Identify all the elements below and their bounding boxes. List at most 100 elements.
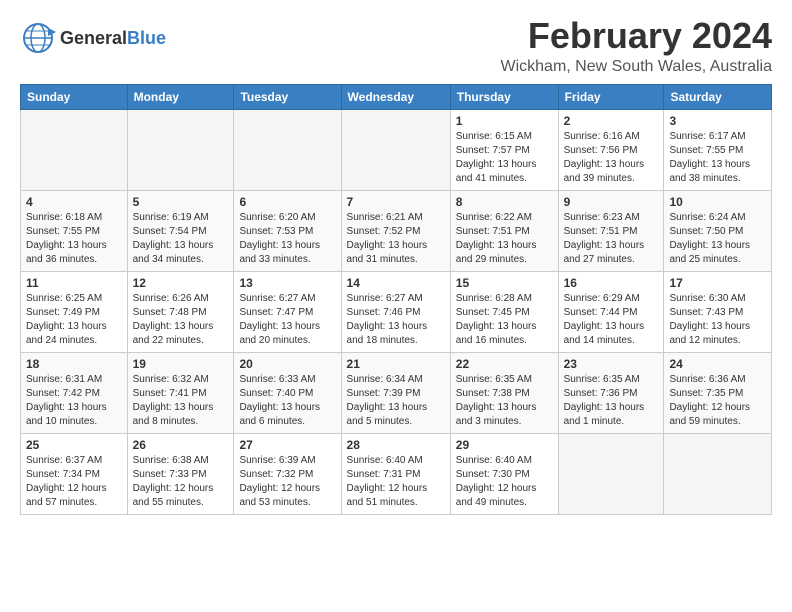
day-cell: 25 Sunrise: 6:37 AMSunset: 7:34 PMDayligh…: [21, 433, 128, 514]
week-row-3: 11 Sunrise: 6:25 AMSunset: 7:49 PMDayligh…: [21, 271, 772, 352]
week-row-4: 18 Sunrise: 6:31 AMSunset: 7:42 PMDayligh…: [21, 352, 772, 433]
col-sunday: Sunday: [21, 84, 128, 109]
day-cell: 26Sunrise: 6:38 AMSunset: 7:33 PMDayligh…: [127, 433, 234, 514]
day-cell: 7 Sunrise: 6:21 AMSunset: 7:52 PMDaylight…: [341, 190, 450, 271]
day-info: Sunrise: 6:40 AMSunset: 7:31 PMDaylight:…: [347, 454, 445, 510]
day-info: Sunrise: 6:16 AMSunset: 7:56 PMDaylight:…: [564, 130, 659, 186]
month-title: February 2024: [501, 16, 773, 56]
day-cell: 21 Sunrise: 6:34 AMSunset: 7:39 PMDayligh…: [341, 352, 450, 433]
location-title: Wickham, New South Wales, Australia: [501, 58, 773, 76]
day-info: Sunrise: 6:35 AMSunset: 7:36 PMDaylight:…: [564, 373, 659, 429]
day-number: 25: [26, 438, 122, 452]
day-cell: 20 Sunrise: 6:33 AMSunset: 7:40 PMDayligh…: [234, 352, 341, 433]
day-info: Sunrise: 6:32 AMSunset: 7:41 PMDaylight:…: [133, 373, 229, 429]
day-info: Sunrise: 6:28 AMSunset: 7:45 PMDaylight:…: [456, 292, 553, 348]
day-number: 28: [347, 438, 445, 452]
day-number: 3: [669, 114, 766, 128]
col-wednesday: Wednesday: [341, 84, 450, 109]
day-cell: 27 Sunrise: 6:39 AMSunset: 7:32 PMDayligh…: [234, 433, 341, 514]
day-info: Sunrise: 6:37 AMSunset: 7:34 PMDaylight:…: [26, 454, 122, 510]
day-number: 21: [347, 357, 445, 371]
day-number: 19: [133, 357, 229, 371]
day-info: Sunrise: 6:36 AMSunset: 7:35 PMDaylight:…: [669, 373, 766, 429]
day-number: 9: [564, 195, 659, 209]
col-tuesday: Tuesday: [234, 84, 341, 109]
day-info: Sunrise: 6:21 AMSunset: 7:52 PMDaylight:…: [347, 211, 445, 267]
logo: General Blue: [20, 20, 166, 56]
day-number: 2: [564, 114, 659, 128]
day-cell: 24Sunrise: 6:36 AMSunset: 7:35 PMDayligh…: [664, 352, 772, 433]
day-cell: 10Sunrise: 6:24 AMSunset: 7:50 PMDayligh…: [664, 190, 772, 271]
day-cell: 9 Sunrise: 6:23 AMSunset: 7:51 PMDaylight…: [558, 190, 664, 271]
day-info: Sunrise: 6:35 AMSunset: 7:38 PMDaylight:…: [456, 373, 553, 429]
day-number: 4: [26, 195, 122, 209]
day-number: 29: [456, 438, 553, 452]
day-number: 12: [133, 276, 229, 290]
day-number: 16: [564, 276, 659, 290]
day-number: 11: [26, 276, 122, 290]
day-info: Sunrise: 6:34 AMSunset: 7:39 PMDaylight:…: [347, 373, 445, 429]
day-cell: 23 Sunrise: 6:35 AMSunset: 7:36 PMDayligh…: [558, 352, 664, 433]
day-cell: [664, 433, 772, 514]
day-info: Sunrise: 6:31 AMSunset: 7:42 PMDaylight:…: [26, 373, 122, 429]
day-number: 14: [347, 276, 445, 290]
day-number: 6: [239, 195, 335, 209]
day-number: 13: [239, 276, 335, 290]
day-number: 27: [239, 438, 335, 452]
day-cell: 28 Sunrise: 6:40 AMSunset: 7:31 PMDayligh…: [341, 433, 450, 514]
day-cell: [21, 109, 128, 190]
day-info: Sunrise: 6:39 AMSunset: 7:32 PMDaylight:…: [239, 454, 335, 510]
day-cell: 22 Sunrise: 6:35 AMSunset: 7:38 PMDayligh…: [450, 352, 558, 433]
day-number: 5: [133, 195, 229, 209]
day-number: 17: [669, 276, 766, 290]
week-row-1: 1Sunrise: 6:15 AMSunset: 7:57 PMDaylight…: [21, 109, 772, 190]
day-number: 10: [669, 195, 766, 209]
day-cell: 6Sunrise: 6:20 AMSunset: 7:53 PMDaylight…: [234, 190, 341, 271]
day-number: 7: [347, 195, 445, 209]
col-friday: Friday: [558, 84, 664, 109]
day-info: Sunrise: 6:17 AMSunset: 7:55 PMDaylight:…: [669, 130, 766, 186]
day-cell: 19 Sunrise: 6:32 AMSunset: 7:41 PMDayligh…: [127, 352, 234, 433]
day-cell: 18 Sunrise: 6:31 AMSunset: 7:42 PMDayligh…: [21, 352, 128, 433]
day-info: Sunrise: 6:23 AMSunset: 7:51 PMDaylight:…: [564, 211, 659, 267]
day-info: Sunrise: 6:22 AMSunset: 7:51 PMDaylight:…: [456, 211, 553, 267]
week-row-2: 4Sunrise: 6:18 AMSunset: 7:55 PMDaylight…: [21, 190, 772, 271]
day-cell: 3 Sunrise: 6:17 AMSunset: 7:55 PMDaylight…: [664, 109, 772, 190]
day-cell: [127, 109, 234, 190]
day-info: Sunrise: 6:30 AMSunset: 7:43 PMDaylight:…: [669, 292, 766, 348]
col-saturday: Saturday: [664, 84, 772, 109]
day-cell: 11 Sunrise: 6:25 AMSunset: 7:49 PMDayligh…: [21, 271, 128, 352]
day-number: 18: [26, 357, 122, 371]
day-cell: [341, 109, 450, 190]
day-cell: 16 Sunrise: 6:29 AMSunset: 7:44 PMDayligh…: [558, 271, 664, 352]
day-info: Sunrise: 6:33 AMSunset: 7:40 PMDaylight:…: [239, 373, 335, 429]
day-cell: 29 Sunrise: 6:40 AMSunset: 7:30 PMDayligh…: [450, 433, 558, 514]
day-info: Sunrise: 6:27 AMSunset: 7:47 PMDaylight:…: [239, 292, 335, 348]
day-info: Sunrise: 6:25 AMSunset: 7:49 PMDaylight:…: [26, 292, 122, 348]
logo-blue: Blue: [127, 28, 166, 49]
day-info: Sunrise: 6:40 AMSunset: 7:30 PMDaylight:…: [456, 454, 553, 510]
day-info: Sunrise: 6:29 AMSunset: 7:44 PMDaylight:…: [564, 292, 659, 348]
header: General Blue February 2024 Wickham, New …: [20, 16, 772, 76]
day-cell: 1Sunrise: 6:15 AMSunset: 7:57 PMDaylight…: [450, 109, 558, 190]
day-cell: 5Sunrise: 6:19 AMSunset: 7:54 PMDaylight…: [127, 190, 234, 271]
day-info: Sunrise: 6:27 AMSunset: 7:46 PMDaylight:…: [347, 292, 445, 348]
day-info: Sunrise: 6:15 AMSunset: 7:57 PMDaylight:…: [456, 130, 553, 186]
day-info: Sunrise: 6:26 AMSunset: 7:48 PMDaylight:…: [133, 292, 229, 348]
day-number: 26: [133, 438, 229, 452]
calendar-table: Sunday Monday Tuesday Wednesday Thursday…: [20, 84, 772, 515]
logo-general: General: [60, 28, 127, 49]
day-cell: 4Sunrise: 6:18 AMSunset: 7:55 PMDaylight…: [21, 190, 128, 271]
day-number: 22: [456, 357, 553, 371]
day-cell: 8 Sunrise: 6:22 AMSunset: 7:51 PMDaylight…: [450, 190, 558, 271]
day-number: 20: [239, 357, 335, 371]
day-cell: 13 Sunrise: 6:27 AMSunset: 7:47 PMDayligh…: [234, 271, 341, 352]
day-number: 8: [456, 195, 553, 209]
day-cell: 2 Sunrise: 6:16 AMSunset: 7:56 PMDaylight…: [558, 109, 664, 190]
day-cell: 17 Sunrise: 6:30 AMSunset: 7:43 PMDayligh…: [664, 271, 772, 352]
title-area: February 2024 Wickham, New South Wales, …: [501, 16, 773, 76]
day-number: 23: [564, 357, 659, 371]
day-cell: [234, 109, 341, 190]
day-cell: 15Sunrise: 6:28 AMSunset: 7:45 PMDayligh…: [450, 271, 558, 352]
header-row: Sunday Monday Tuesday Wednesday Thursday…: [21, 84, 772, 109]
